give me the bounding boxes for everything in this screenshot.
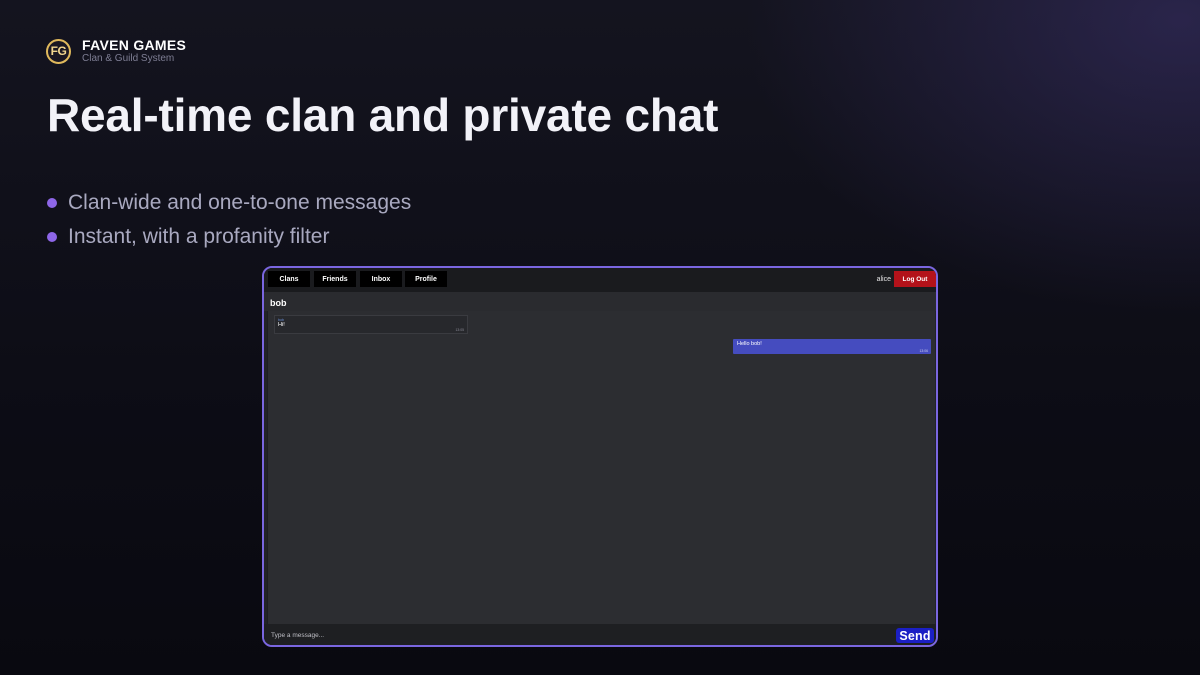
feature-text: Clan-wide and one-to-one messages bbox=[68, 191, 412, 214]
send-button[interactable]: Send bbox=[896, 628, 934, 643]
brand-text: FAVEN GAMES Clan & Guild System bbox=[82, 38, 186, 64]
top-navbar: Clans Friends Inbox Profile alice Log Ou… bbox=[264, 268, 936, 292]
incoming-message: bob Hi! 13:05 bbox=[274, 315, 468, 334]
message-text: Hi! bbox=[278, 322, 285, 328]
message-list[interactable]: bob Hi! 13:05 Hello bob! 13:06 bbox=[267, 311, 935, 624]
message-composer: Send bbox=[264, 624, 936, 645]
message-text: Hello bob! bbox=[737, 341, 762, 347]
headline: Real-time clan and private chat bbox=[47, 89, 719, 141]
brand-subtitle: Clan & Guild System bbox=[82, 53, 175, 64]
nav-profile-button[interactable]: Profile bbox=[405, 271, 447, 287]
outgoing-message: Hello bob! 13:06 bbox=[733, 339, 931, 354]
feature-list: Clan-wide and one-to-one messages Instan… bbox=[47, 186, 411, 254]
brand-name: FAVEN GAMES bbox=[82, 37, 187, 53]
feature-item: Clan-wide and one-to-one messages bbox=[47, 186, 411, 220]
feature-text: Instant, with a profanity filter bbox=[68, 225, 330, 248]
message-timestamp: 13:06 bbox=[919, 349, 929, 353]
faven-games-logo-icon: FG bbox=[46, 38, 71, 64]
current-username: alice bbox=[876, 276, 891, 283]
brand: FG FAVEN GAMES Clan & Guild System bbox=[46, 38, 186, 64]
nav-inbox-button[interactable]: Inbox bbox=[360, 271, 402, 287]
app-screenshot-window: Clans Friends Inbox Profile alice Log Ou… bbox=[262, 266, 938, 647]
nav-clans-button[interactable]: Clans bbox=[268, 271, 310, 287]
nav-friends-button[interactable]: Friends bbox=[314, 271, 356, 287]
log-out-button[interactable]: Log Out bbox=[894, 271, 936, 287]
bullet-dot-icon bbox=[47, 198, 57, 208]
message-input[interactable] bbox=[266, 627, 892, 643]
message-timestamp: 13:05 bbox=[455, 328, 465, 332]
bullet-dot-icon bbox=[47, 232, 57, 242]
chat-title: bob bbox=[264, 292, 936, 311]
feature-item: Instant, with a profanity filter bbox=[47, 220, 411, 254]
